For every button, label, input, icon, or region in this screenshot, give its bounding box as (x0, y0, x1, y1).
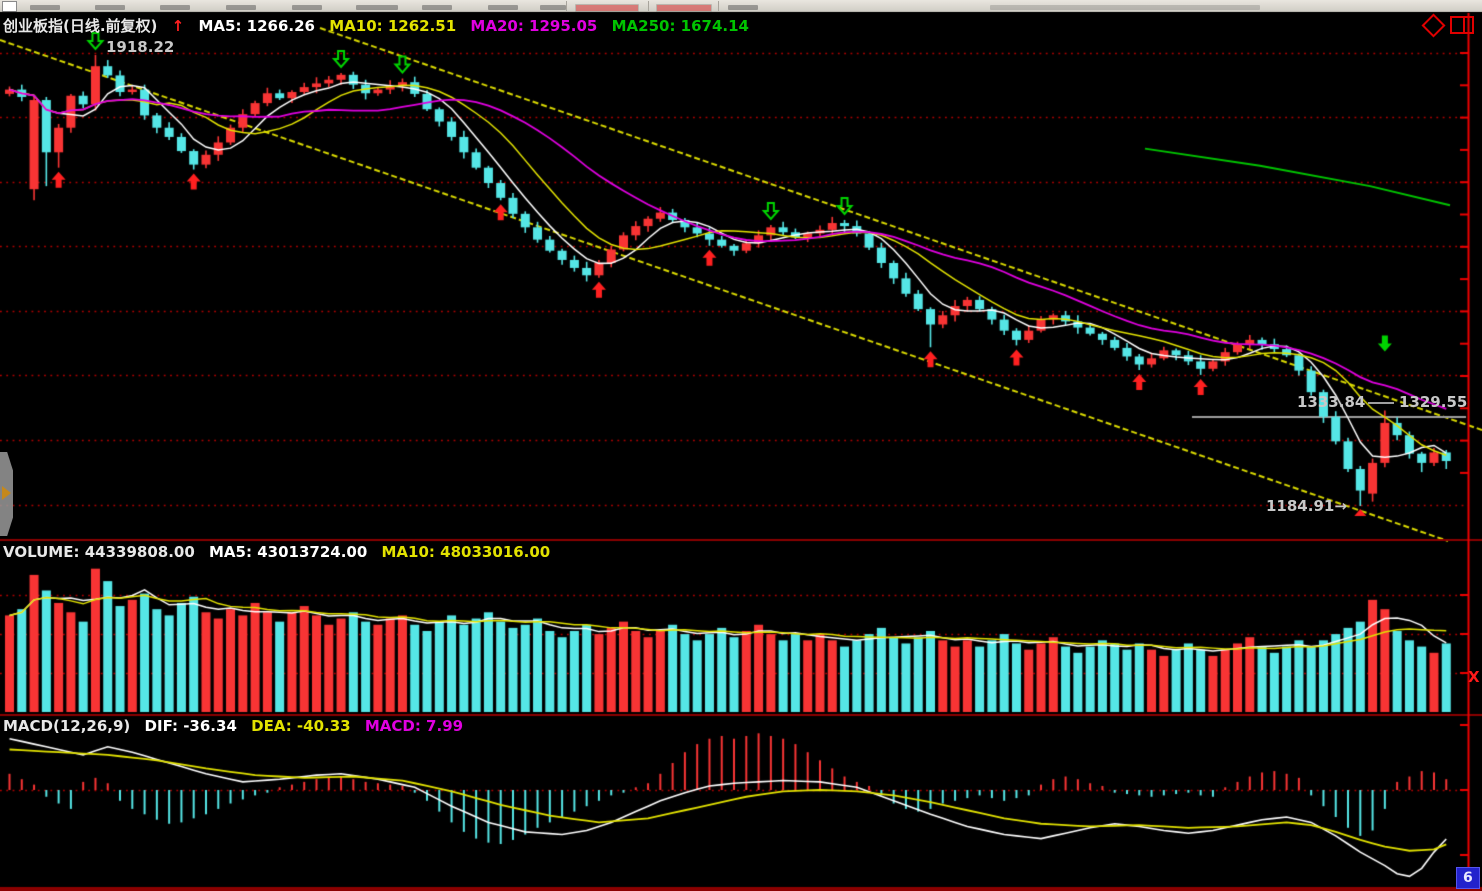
macd-value: MACD: 7.99 (365, 717, 463, 735)
page-number-badge[interactable]: 6 (1456, 867, 1480, 889)
macd-title: MACD(12,26,9) (3, 717, 130, 735)
main-chart-header: 创业板指(日线.前复权) ↑ MA5: 1266.26 MA10: 1262.5… (3, 15, 758, 36)
volume-header: VOLUME: 44339808.00 MA5: 43013724.00 MA1… (3, 543, 559, 561)
ma5-value: MA5: 1266.26 (198, 17, 315, 35)
sidebar-expander-handle[interactable] (0, 452, 13, 536)
chart-canvas[interactable] (0, 0, 1482, 891)
panel-close-icon[interactable]: X (1468, 668, 1480, 686)
macd-header: MACD(12,26,9) DIF: -36.34 DEA: -40.33 MA… (3, 717, 472, 735)
ma250-value: MA250: 1674.14 (612, 17, 749, 35)
symbol-title: 创业板指(日线.前复权) (3, 17, 157, 35)
low-value: 1184.91 (1266, 497, 1334, 515)
period-low-label: 1184.91→ (1266, 497, 1347, 515)
dea-value: DEA: -40.33 (251, 717, 350, 735)
trend-up-arrow-icon: ↑ (172, 17, 185, 35)
split-window-icon[interactable] (1450, 16, 1474, 34)
trading-app-window: 创业板指(日线.前复权) ↑ MA5: 1266.26 MA10: 1262.5… (0, 0, 1482, 891)
volume-value: VOLUME: 44339808.00 (3, 543, 195, 561)
volume-ma5-value: MA5: 43013724.00 (209, 543, 367, 561)
volume-ma10-value: MA10: 48033016.00 (382, 543, 551, 561)
hline-label-dash (1368, 402, 1394, 404)
hline-left-label: 1333.84 (1297, 393, 1365, 411)
period-high-label: 1918.22 (106, 38, 174, 56)
expand-right-icon (2, 486, 11, 500)
low-callout-arrow: → (1334, 497, 1347, 515)
ma20-value: MA20: 1295.05 (470, 17, 597, 35)
dif-value: DIF: -36.34 (145, 717, 237, 735)
hline-right-label: 1329.55 (1399, 393, 1467, 411)
ma10-value: MA10: 1262.51 (329, 17, 456, 35)
